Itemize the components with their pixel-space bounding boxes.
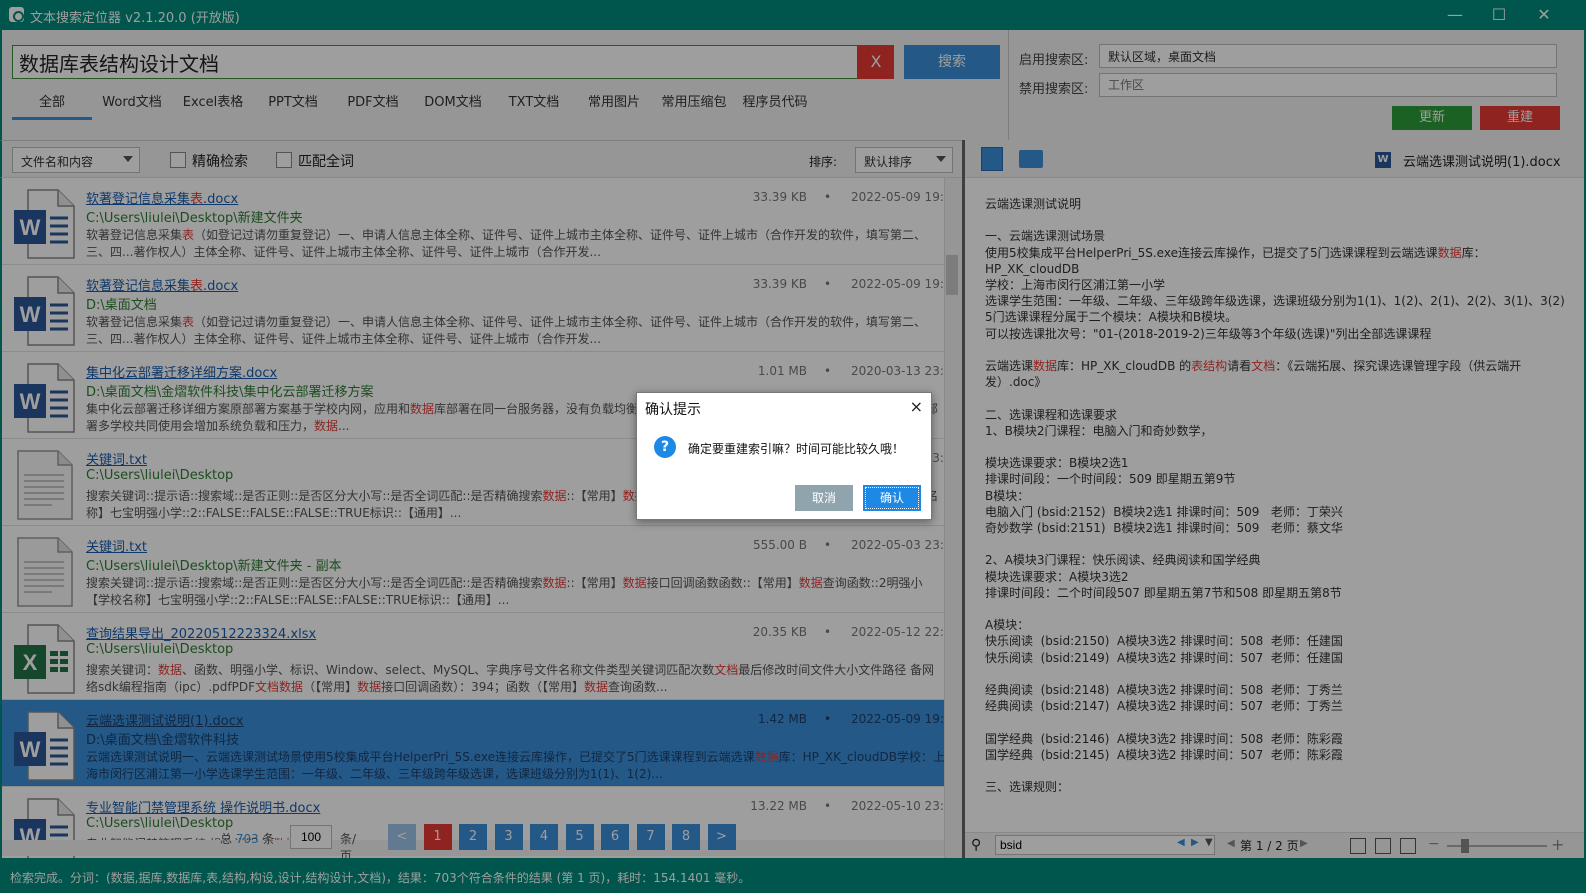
dialog-message: 确定要重建索引嘛？时间可能比较久哦！ bbox=[688, 442, 905, 456]
dialog-title: 确认提示 bbox=[645, 402, 701, 418]
cancel-button[interactable]: 取消 bbox=[795, 485, 853, 511]
confirm-button[interactable]: 确认 bbox=[863, 485, 921, 511]
question-icon: ? bbox=[654, 436, 676, 458]
dialog-close-icon[interactable]: × bbox=[910, 397, 923, 416]
confirm-dialog: 确认提示 × ? 确定要重建索引嘛？时间可能比较久哦！ 取消 确认 bbox=[636, 392, 932, 520]
